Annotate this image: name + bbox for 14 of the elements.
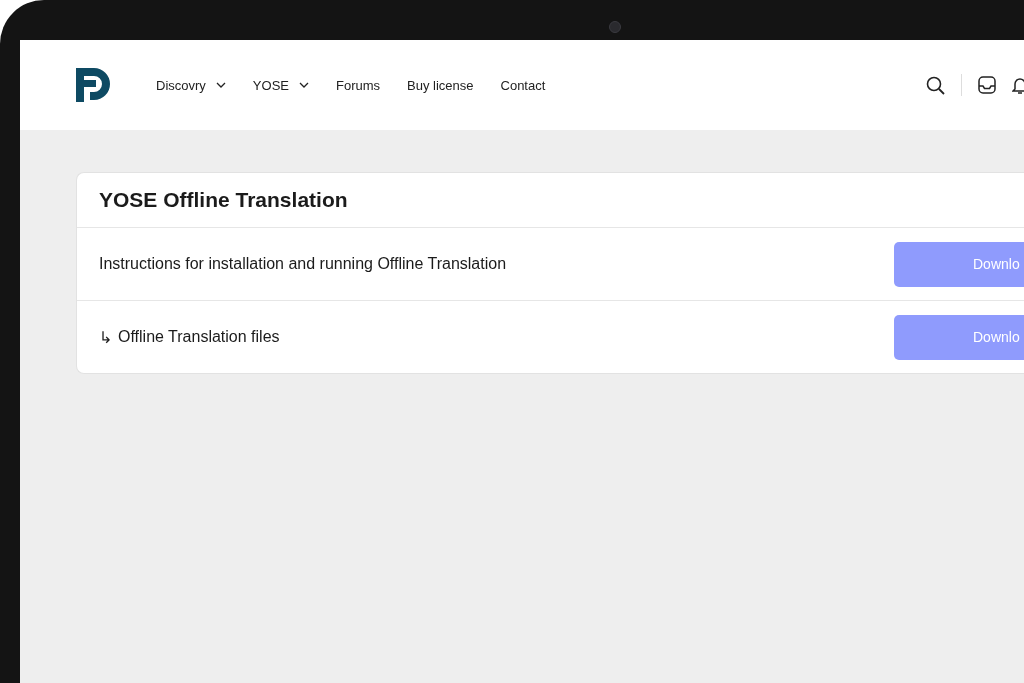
nav-link[interactable]: Contact xyxy=(500,77,546,93)
inbox-icon[interactable] xyxy=(978,76,996,94)
camera-icon xyxy=(609,21,621,33)
logo-icon xyxy=(76,68,110,102)
search-icon[interactable] xyxy=(926,75,945,95)
nav-link[interactable]: Discovry xyxy=(156,77,226,93)
row-label: Offline Translation files xyxy=(118,328,280,346)
bell-icon[interactable] xyxy=(1012,75,1024,95)
nav-link[interactable]: Buy license xyxy=(407,77,474,93)
row-label: Instructions for installation and running Offline Translation xyxy=(99,255,507,273)
nav-link[interactable]: Forums xyxy=(335,77,381,93)
nav-link[interactable]: YOSE xyxy=(252,77,309,93)
card-title: YOSE Offline Translation xyxy=(77,173,1024,228)
subitem-arrow: ↳ xyxy=(99,327,112,347)
